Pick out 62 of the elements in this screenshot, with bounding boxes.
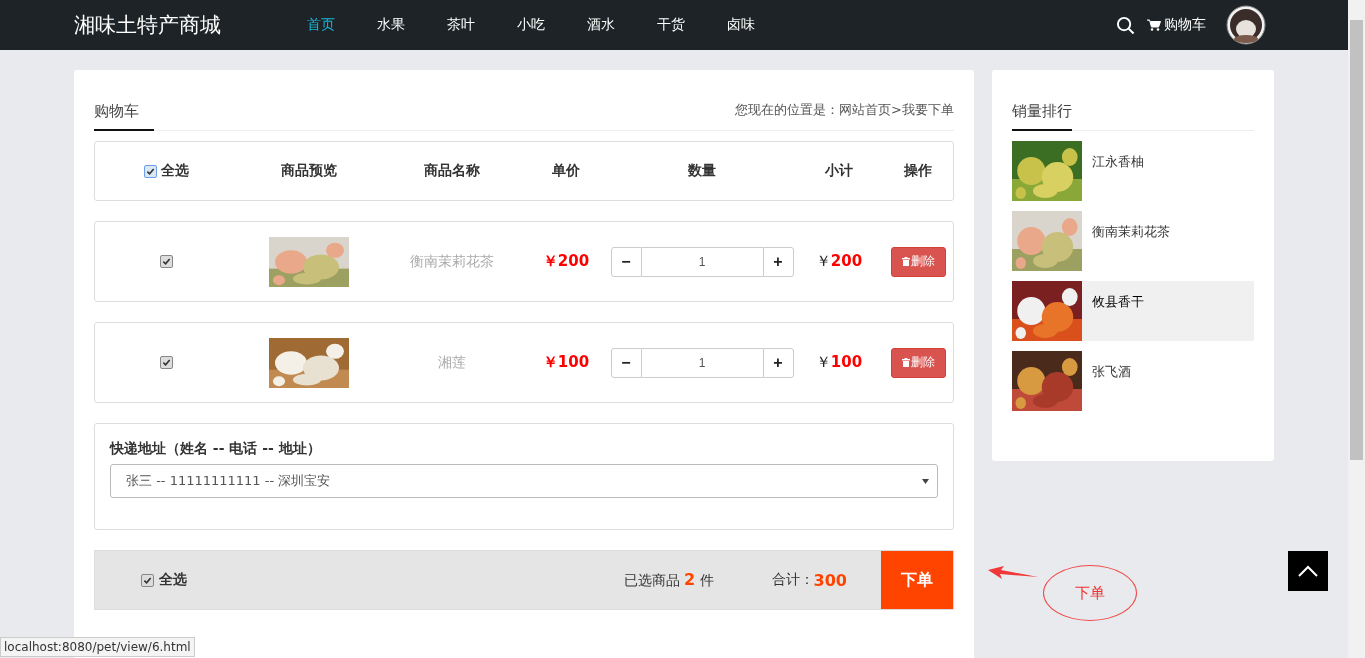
chevron-up-icon: [1298, 565, 1318, 577]
ranking-item[interactable]: 衡南茉莉花茶: [1012, 211, 1254, 271]
total-amount: 300: [813, 570, 847, 590]
cart-icon: [1147, 19, 1161, 31]
arrow-icon: [988, 566, 1038, 582]
product-name: 衡南茉莉花茶: [410, 252, 494, 271]
address-select[interactable]: 张三 -- 11111111111 -- 深圳宝安: [110, 464, 938, 498]
trash-icon: [901, 257, 910, 266]
column-header: 全选: [160, 162, 189, 180]
decrement-button[interactable]: −: [610, 246, 642, 277]
product-name: 湘莲: [438, 353, 466, 372]
selected-count: 已选商品 2 件: [623, 570, 714, 590]
checkbox[interactable]: [159, 356, 173, 369]
site-logo[interactable]: 湘味土特产商城: [74, 11, 307, 39]
scrollbar[interactable]: [1348, 0, 1365, 658]
panel-title: 销量排行: [1012, 102, 1072, 131]
column-header: 商品预览: [281, 162, 337, 180]
select-all-label: 全选: [159, 571, 187, 589]
column-header: 操作: [904, 162, 932, 180]
subtotal: ￥200: [815, 252, 863, 271]
checkbox[interactable]: [159, 255, 173, 268]
ranking-item[interactable]: 张飞酒: [1012, 351, 1254, 411]
total-label: 合计：: [771, 571, 814, 589]
increment-button[interactable]: +: [762, 347, 794, 378]
trash-icon: [901, 358, 910, 367]
unit-price: ￥100: [542, 353, 590, 372]
column-header: 数量: [688, 162, 716, 180]
ranking-item[interactable]: 江永香柚: [1012, 141, 1254, 201]
product-name: 攸县香干: [1092, 293, 1144, 311]
increment-button[interactable]: +: [762, 246, 794, 277]
dropdown-icon: [922, 478, 929, 484]
column-header: 小计: [825, 162, 853, 180]
quantity-field[interactable]: 1: [641, 246, 763, 277]
product-name: 衡南茉莉花茶: [1092, 223, 1170, 241]
nav-link[interactable]: 小吃: [517, 16, 587, 34]
back-to-top-button[interactable]: [1288, 551, 1328, 591]
product-name: 江永香柚: [1092, 153, 1144, 171]
column-header: 商品名称: [424, 162, 480, 180]
nav-link[interactable]: 首页: [307, 16, 377, 34]
quantity-field[interactable]: 1: [641, 347, 763, 378]
breadcrumb: 您现在的位置是：网站首页>我要下单: [735, 101, 954, 119]
subtotal: ￥100: [815, 353, 863, 372]
column-header: 单价: [552, 162, 580, 180]
cart-link[interactable]: 购物车: [1147, 16, 1206, 34]
nav-link[interactable]: 卤味: [727, 16, 797, 34]
decrement-button[interactable]: −: [610, 347, 642, 378]
delete-button[interactable]: 删除: [890, 246, 946, 277]
nav-link[interactable]: 水果: [377, 16, 447, 34]
address-label: 快递地址（姓名 -- 电话 -- 地址）: [110, 440, 322, 458]
avatar-icon[interactable]: [1226, 5, 1266, 45]
ranking-item[interactable]: 攸县香干: [1012, 281, 1254, 341]
checkbox[interactable]: [141, 573, 154, 587]
nav-link[interactable]: 酒水: [587, 16, 657, 34]
unit-price: ￥200: [542, 252, 590, 271]
checkbox[interactable]: [143, 164, 157, 178]
panel-title: 购物车: [94, 102, 154, 131]
nav-link[interactable]: 茶叶: [447, 16, 517, 34]
status-url: localhost:8080/pet/view/6.html: [0, 637, 195, 657]
product-name: 张飞酒: [1092, 363, 1131, 381]
search-icon[interactable]: [1116, 15, 1135, 35]
delete-button[interactable]: 删除: [890, 347, 946, 378]
nav-link[interactable]: 干货: [657, 16, 727, 34]
